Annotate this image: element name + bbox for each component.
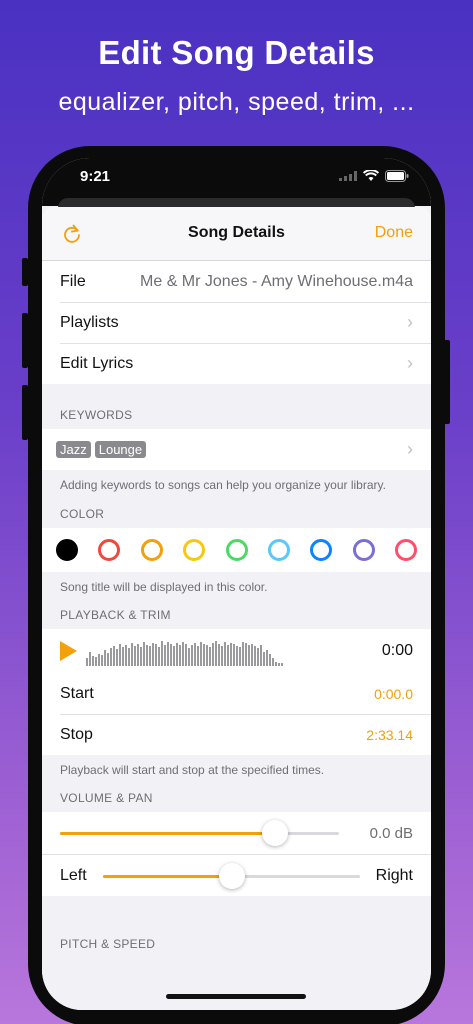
wifi-icon <box>363 170 379 181</box>
playlists-label: Playlists <box>60 313 119 331</box>
keywords-row[interactable]: Jazz Lounge › <box>42 429 431 470</box>
volume-track-fill <box>60 832 275 835</box>
color-swatch[interactable] <box>56 539 78 561</box>
color-swatch[interactable] <box>352 539 375 561</box>
battery-icon <box>385 170 409 182</box>
color-swatch[interactable] <box>183 539 206 561</box>
song-details-sheet: Song Details Done File Me & Mr Jones - A… <box>42 207 431 1010</box>
pan-left-label: Left <box>60 866 87 884</box>
phone-frame: 9:21 Song Details Done File Me & Mr Jone… <box>28 146 445 1024</box>
mute-switch <box>22 258 28 286</box>
home-indicator <box>166 994 306 999</box>
color-swatch[interactable] <box>310 539 333 561</box>
edit-lyrics-label: Edit Lyrics <box>60 354 134 372</box>
waveform[interactable] <box>86 636 283 666</box>
color-footer: Song title will be displayed in this col… <box>60 580 268 594</box>
pan-slider-row: Left Right <box>42 854 431 896</box>
done-button[interactable]: Done <box>375 224 413 242</box>
play-icon[interactable] <box>58 640 78 662</box>
playback-position: 0:00 <box>381 642 413 659</box>
pan-slider-thumb[interactable] <box>218 863 245 889</box>
color-swatch[interactable] <box>98 539 121 561</box>
power-button <box>444 340 450 424</box>
volume-up-button <box>22 313 28 368</box>
pan-right-label: Right <box>375 866 413 884</box>
navigation-bar: Song Details Done <box>42 207 431 261</box>
playback-footer: Playback will start and stop at the spec… <box>60 763 325 777</box>
volume-slider-row: 0.0 dB <box>42 812 431 854</box>
color-swatch[interactable] <box>225 539 248 561</box>
status-time: 9:21 <box>80 168 111 185</box>
start-row[interactable]: Start 0:00.0 <box>42 673 431 714</box>
color-header: COLOR <box>60 507 105 521</box>
volume-value: 0.0 dB <box>369 824 413 842</box>
screen: 9:21 Song Details Done File Me & Mr Jone… <box>42 158 431 1010</box>
volume-down-button <box>22 385 28 440</box>
info-group: File Me & Mr Jones - Amy Winehouse.m4a P… <box>42 261 431 384</box>
playback-header: PLAYBACK & TRIM <box>60 608 171 622</box>
color-swatches <box>42 528 431 572</box>
hero-subtitle: equalizer, pitch, speed, trim, ... <box>58 88 415 116</box>
start-value: 0:00.0 <box>374 685 413 702</box>
file-label: File <box>60 272 86 290</box>
pitch-speed-header: PITCH & SPEED <box>60 937 156 951</box>
chevron-right-icon: › <box>407 353 413 373</box>
stop-row[interactable]: Stop 2:33.14 <box>42 714 431 755</box>
playlists-row[interactable]: Playlists › <box>42 302 431 343</box>
keywords-header: KEYWORDS <box>60 408 133 422</box>
color-swatch[interactable] <box>267 539 290 561</box>
status-icons <box>339 170 409 182</box>
chevron-right-icon: › <box>407 312 413 332</box>
chevron-right-icon: › <box>407 439 413 459</box>
stop-value: 2:33.14 <box>366 726 413 743</box>
volume-header: VOLUME & PAN <box>60 791 153 805</box>
start-label: Start <box>60 684 94 702</box>
color-swatch[interactable] <box>395 539 417 561</box>
nav-title: Song Details <box>188 224 285 241</box>
volume-slider-thumb[interactable] <box>261 820 288 846</box>
keywords-group: Jazz Lounge › <box>42 429 431 470</box>
edit-lyrics-row[interactable]: Edit Lyrics › <box>42 343 431 384</box>
pan-track-fill <box>103 875 232 878</box>
hero-title: Edit Song Details <box>98 34 375 71</box>
keywords-footer: Adding keywords to songs can help you or… <box>60 478 386 492</box>
keyword-tag: Lounge <box>94 441 147 458</box>
waveform-row: 0:00 <box>42 629 431 673</box>
file-row: File Me & Mr Jones - Amy Winehouse.m4a <box>42 261 431 302</box>
color-swatch[interactable] <box>140 539 163 561</box>
stop-label: Stop <box>60 725 93 743</box>
signal-icon <box>339 171 357 181</box>
keyword-tag: Jazz <box>56 441 91 458</box>
volume-group: 0.0 dB Left Right <box>42 812 431 896</box>
playback-group: 0:00 Start 0:00.0 Stop 2:33.14 <box>42 629 431 755</box>
file-value: Me & Mr Jones - Amy Winehouse.m4a <box>140 272 413 290</box>
